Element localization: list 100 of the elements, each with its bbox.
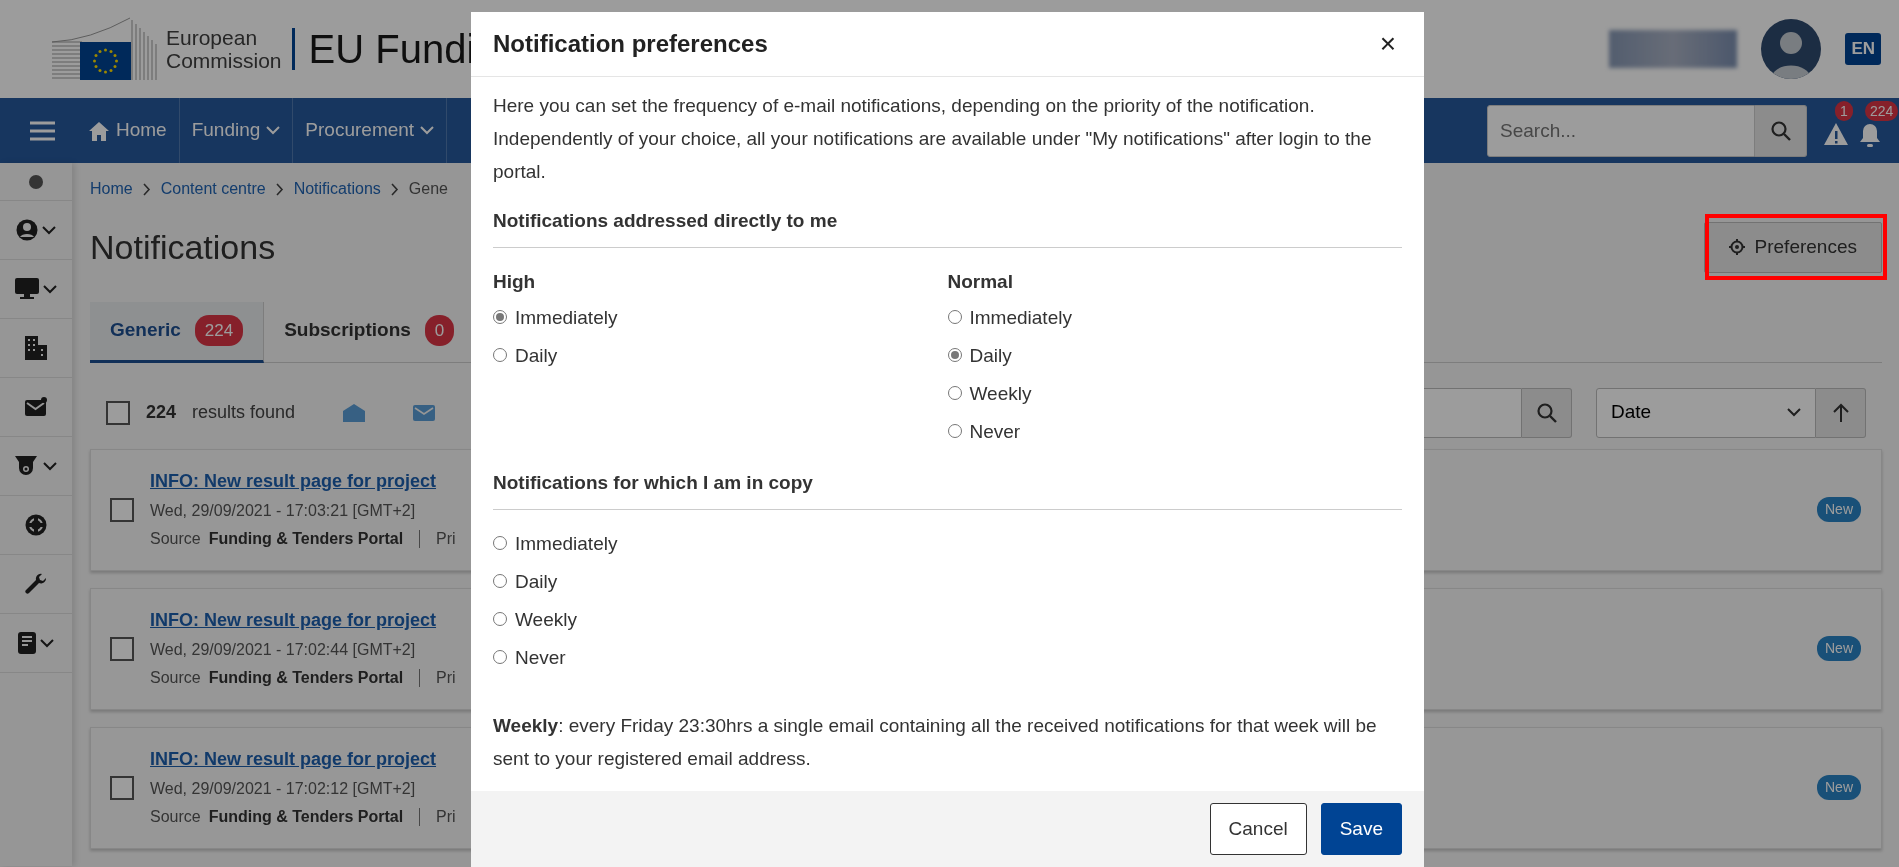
radio-button[interactable] — [493, 650, 507, 664]
status-badge: New — [1817, 636, 1861, 661]
option-label[interactable]: Weekly — [515, 602, 577, 636]
breadcrumb-link[interactable]: Home — [90, 177, 133, 201]
monitor-icon — [15, 278, 39, 300]
user-icon — [16, 219, 38, 241]
caret-icon — [42, 225, 56, 235]
nav-link[interactable]: Home — [84, 98, 180, 163]
source-label: Source — [150, 807, 201, 828]
document-icon — [18, 632, 36, 654]
notification-title-link[interactable]: INFO: New result page for project — [150, 609, 437, 630]
radio-button[interactable] — [493, 348, 507, 362]
option-label[interactable]: Immediately — [969, 300, 1072, 334]
caret-icon — [43, 461, 57, 471]
count-badge: 1 — [1835, 100, 1853, 121]
radio-button[interactable] — [947, 348, 962, 362]
breadcrumb-link[interactable]: Content centre — [160, 177, 266, 201]
option-label[interactable]: Immediately — [515, 526, 618, 560]
radio-button[interactable] — [947, 310, 962, 324]
save-button[interactable]: Save — [1320, 803, 1402, 855]
count-badge: 224 — [1865, 100, 1899, 121]
search-icon — [1536, 402, 1557, 423]
count-badge: 0 — [424, 314, 455, 347]
option-label[interactable]: Weekly — [969, 376, 1032, 410]
priority-label: Pri — [436, 807, 456, 828]
radio-button[interactable] — [493, 574, 507, 588]
target-icon — [25, 514, 47, 536]
chevron-icon — [275, 182, 284, 196]
nav-link[interactable]: Procurement — [293, 98, 448, 163]
priority-label: Pri — [436, 668, 456, 689]
search-button[interactable] — [1522, 387, 1572, 438]
tab[interactable]: Generic 224 — [90, 301, 265, 363]
option-label[interactable]: Daily — [969, 338, 1012, 372]
breadcrumb-current: Gene — [408, 179, 448, 199]
notification-date: Wed, 29/09/2021 - 17:03:21 [GMT+2] — [150, 501, 417, 522]
priority-label: Pri — [436, 529, 456, 550]
chevron-icon — [142, 182, 151, 196]
checkbox[interactable] — [110, 497, 134, 522]
group-label: Normal — [947, 270, 1014, 294]
search-button[interactable] — [1755, 104, 1807, 157]
bell-icon[interactable] — [1857, 121, 1883, 148]
sort-select[interactable]: Date — [1596, 387, 1816, 438]
page-title: Notifications — [90, 226, 276, 268]
status-badge: New — [1817, 497, 1861, 522]
gear-icon — [1728, 239, 1745, 256]
option-label[interactable]: Daily — [515, 338, 558, 372]
option-label[interactable]: Never — [969, 414, 1021, 448]
notification-title-link[interactable]: INFO: New result page for project — [150, 470, 437, 491]
notification-date: Wed, 29/09/2021 - 17:02:44 [GMT+2] — [150, 640, 417, 661]
home-icon — [88, 120, 110, 141]
source-value: Funding & Tenders Portal — [208, 529, 404, 550]
radio-button[interactable] — [493, 612, 507, 626]
radio-button[interactable] — [947, 386, 962, 400]
warning-icon[interactable] — [1823, 122, 1849, 147]
nav-link[interactable]: Funding — [179, 98, 294, 163]
building-icon — [25, 336, 47, 360]
chevron-icon — [390, 182, 399, 196]
cancel-button[interactable]: Cancel — [1209, 803, 1307, 855]
radio-button[interactable] — [493, 310, 507, 324]
agency-name: Commission — [166, 49, 282, 73]
result-count: 224 — [146, 401, 177, 424]
group-label: High — [493, 270, 537, 294]
count-badge: 224 — [194, 314, 244, 347]
checkbox[interactable] — [110, 636, 134, 661]
source-value: Funding & Tenders Portal — [208, 668, 404, 689]
checkbox[interactable] — [106, 400, 130, 425]
weekly-note: Weekly: every Friday 23:30hrs a single email containing all the received notifications for that week will be sent to your registered email address. — [493, 714, 1378, 771]
envelope-icon — [413, 405, 436, 422]
breadcrumb-link[interactable]: Notifications — [293, 177, 381, 201]
section-heading: Notifications for which I am in copy — [493, 466, 1402, 510]
option-label[interactable]: Immediately — [515, 300, 618, 334]
checkbox[interactable] — [110, 775, 134, 800]
search-icon — [1770, 120, 1791, 141]
notification-title-link[interactable]: INFO: New result page for project — [150, 748, 437, 769]
status-badge: New — [1817, 775, 1861, 800]
wrench-icon — [25, 573, 47, 595]
caret-icon — [420, 126, 435, 135]
preferences-button[interactable]: Preferences — [1703, 222, 1882, 273]
results-label: results found — [192, 401, 296, 424]
notification-date: Wed, 29/09/2021 - 17:02:12 [GMT+2] — [150, 779, 417, 800]
caret-icon — [40, 638, 54, 648]
intro-text: Here you can set the frequency of e-mail notifications, depending on the priority of the notification. Independently of your choice, all your notifications are available under "My notifications" after login to the portal. — [493, 94, 1373, 184]
caret-icon — [1787, 408, 1801, 417]
agency-name: European — [166, 25, 259, 49]
source-value: Funding & Tenders Portal — [208, 807, 404, 828]
arrow-up-icon — [1832, 402, 1849, 423]
source-label: Source — [150, 668, 201, 689]
radio-button[interactable] — [947, 424, 962, 438]
option-label[interactable]: Never — [515, 640, 566, 674]
source-label: Source — [150, 529, 201, 550]
status-dot-icon — [29, 174, 43, 189]
caret-icon — [43, 284, 57, 294]
option-label[interactable]: Daily — [515, 564, 558, 598]
radio-button[interactable] — [493, 536, 507, 550]
search-field[interactable]: Search... — [1487, 104, 1755, 157]
language-button[interactable]: EN — [1845, 33, 1881, 65]
dialog-title: Notification preferences — [493, 29, 768, 59]
sort-order-button[interactable] — [1816, 387, 1866, 438]
caret-icon — [266, 126, 281, 135]
close-button[interactable]: × — [1373, 30, 1402, 58]
